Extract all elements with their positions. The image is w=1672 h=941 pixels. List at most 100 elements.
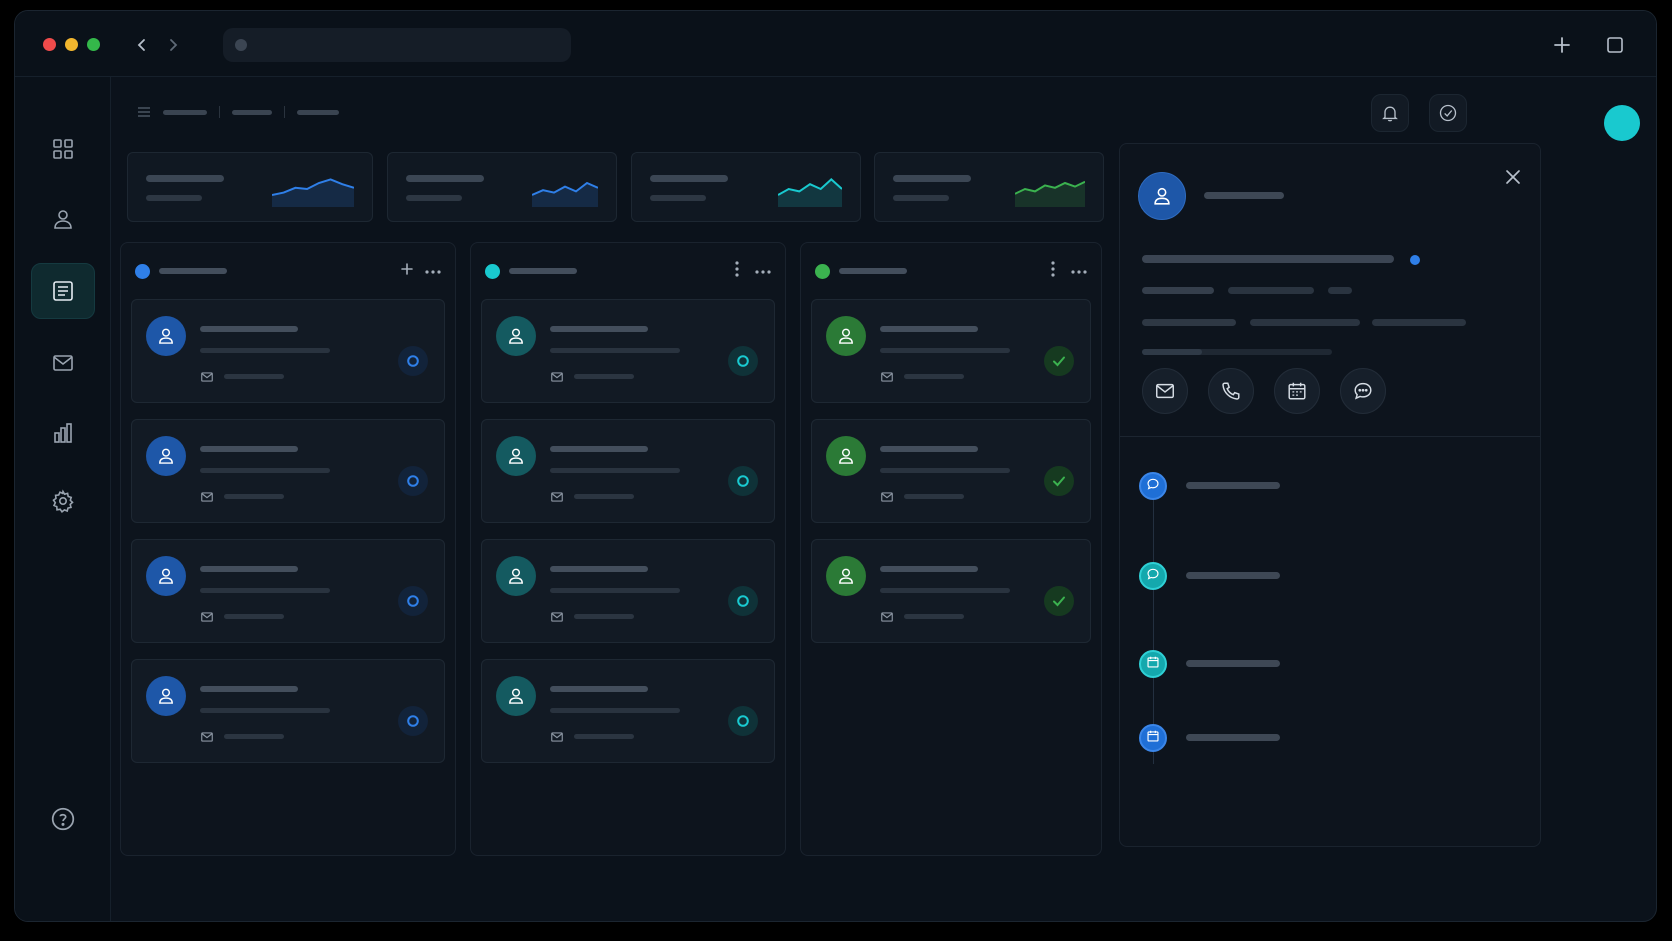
close-panel-button[interactable] — [1500, 164, 1526, 190]
timeline-item-title — [1186, 660, 1280, 667]
card-status-button[interactable] — [1044, 466, 1074, 496]
sidebar-item-board[interactable] — [31, 263, 95, 319]
card-title — [550, 326, 648, 332]
address-bar[interactable] — [223, 28, 571, 62]
timeline-item-title — [1186, 482, 1280, 489]
tasks-button[interactable] — [1429, 94, 1467, 132]
mail-icon — [201, 492, 213, 502]
card-status-button[interactable] — [728, 586, 758, 616]
mail-icon — [881, 492, 893, 502]
card-subtitle — [550, 348, 680, 353]
deal-card[interactable] — [481, 539, 775, 643]
card-status-button[interactable] — [398, 706, 428, 736]
calendar-icon — [1288, 382, 1306, 400]
breadcrumb-item[interactable] — [297, 109, 339, 115]
user-icon — [159, 688, 173, 704]
breadcrumb-item[interactable] — [232, 109, 272, 115]
column-more-vertical-button[interactable] — [727, 259, 747, 283]
column-more-horizontal-button[interactable] — [423, 259, 443, 283]
sidebar-item-contacts[interactable] — [31, 191, 95, 247]
column-more-horizontal-button[interactable] — [753, 259, 773, 283]
circle-icon — [737, 595, 749, 607]
deal-card[interactable] — [811, 419, 1091, 523]
card-status-button[interactable] — [398, 346, 428, 376]
card-email — [904, 374, 964, 379]
call-action-button[interactable] — [1208, 368, 1254, 414]
card-subtitle — [200, 348, 330, 353]
card-email — [224, 734, 284, 739]
stat-card[interactable] — [874, 152, 1104, 222]
circle-icon — [737, 355, 749, 367]
card-status-button[interactable] — [728, 346, 758, 376]
deal-card[interactable] — [131, 299, 445, 403]
card-email — [224, 494, 284, 499]
card-email — [574, 734, 634, 739]
sidebar-item-mail[interactable] — [31, 335, 95, 391]
card-status-button[interactable] — [1044, 346, 1074, 376]
window-layout-button[interactable] — [1601, 31, 1629, 59]
card-subtitle — [200, 708, 330, 713]
column-plus-button[interactable] — [397, 259, 417, 283]
deal-card[interactable] — [131, 659, 445, 763]
notifications-button[interactable] — [1371, 94, 1409, 132]
square-icon — [1607, 37, 1623, 53]
avatar — [146, 676, 186, 716]
contact-detail-panel — [1119, 143, 1541, 847]
close-window-button[interactable] — [43, 38, 56, 51]
card-email — [904, 494, 964, 499]
more-vertical-icon — [1050, 260, 1056, 282]
sidebar — [15, 77, 111, 921]
mail-icon — [551, 492, 563, 502]
user-icon — [159, 328, 173, 344]
sidebar-item-reports[interactable] — [31, 405, 95, 461]
deal-card[interactable] — [811, 539, 1091, 643]
card-title — [200, 686, 298, 692]
stat-card[interactable] — [631, 152, 861, 222]
deal-card[interactable] — [481, 659, 775, 763]
avatar — [496, 556, 536, 596]
minimize-window-button[interactable] — [65, 38, 78, 51]
schedule-action-button[interactable] — [1274, 368, 1320, 414]
forward-button[interactable] — [159, 31, 187, 59]
list-icon — [53, 281, 73, 301]
sidebar-item-dashboard[interactable] — [31, 121, 95, 177]
user-icon — [509, 568, 523, 584]
card-status-button[interactable] — [1044, 586, 1074, 616]
card-title — [200, 446, 298, 452]
stat-card[interactable] — [127, 152, 373, 222]
avatar[interactable] — [1604, 105, 1640, 141]
deal-card[interactable] — [811, 299, 1091, 403]
avatar — [146, 436, 186, 476]
stat-card[interactable] — [387, 152, 617, 222]
card-status-button[interactable] — [728, 706, 758, 736]
deal-card[interactable] — [481, 299, 775, 403]
progress-fill — [1142, 349, 1202, 355]
maximize-window-button[interactable] — [87, 38, 100, 51]
column-status-dot — [815, 264, 830, 279]
card-status-button[interactable] — [398, 466, 428, 496]
column-title — [159, 268, 227, 274]
sidebar-item-help[interactable] — [31, 791, 95, 847]
sidebar-item-settings[interactable] — [31, 473, 95, 529]
trend-sparkline — [778, 178, 842, 207]
deal-card[interactable] — [131, 539, 445, 643]
email-action-button[interactable] — [1142, 368, 1188, 414]
menu-icon[interactable] — [137, 106, 151, 118]
avatar — [826, 316, 866, 356]
message-action-button[interactable] — [1340, 368, 1386, 414]
trend-sparkline — [272, 178, 354, 207]
column-more-horizontal-button[interactable] — [1069, 259, 1089, 283]
card-status-button[interactable] — [398, 586, 428, 616]
avatar — [496, 676, 536, 716]
deal-card[interactable] — [131, 419, 445, 523]
column-more-vertical-button[interactable] — [1043, 259, 1063, 283]
breadcrumb-item[interactable] — [163, 109, 207, 115]
mail-icon — [551, 732, 563, 742]
card-status-button[interactable] — [728, 466, 758, 496]
title-bar — [15, 11, 1656, 77]
back-button[interactable] — [128, 31, 156, 59]
deal-card[interactable] — [481, 419, 775, 523]
new-tab-button[interactable] — [1548, 31, 1576, 59]
more-vertical-icon — [734, 260, 740, 282]
check-icon — [1053, 356, 1065, 367]
